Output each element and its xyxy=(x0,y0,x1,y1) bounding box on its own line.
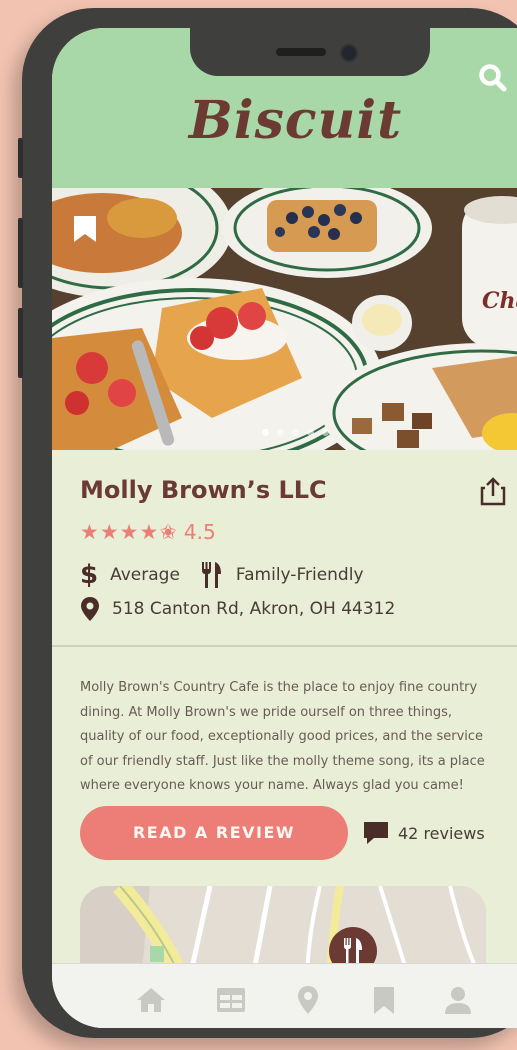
gallery-dot[interactable] xyxy=(307,429,314,436)
food-photo-illustration: Char xyxy=(52,188,517,450)
phone-frame: Biscuit Ch Molly Brown’s LLC ★★★★✬ 4.5 $… xyxy=(18,8,517,1038)
gallery-dot[interactable] xyxy=(292,429,299,436)
share-icon xyxy=(480,477,506,506)
rating-stars: ★★★★✬ xyxy=(80,520,178,544)
front-camera xyxy=(340,44,358,62)
address-row[interactable]: 518 Canton Rd, Akron, OH 44312 xyxy=(80,596,395,622)
tab-home[interactable] xyxy=(135,984,167,1016)
speaker xyxy=(276,48,326,56)
map-pin-icon xyxy=(81,597,99,621)
gallery-dot[interactable] xyxy=(322,429,329,436)
menu-icon xyxy=(217,988,245,1012)
search-button[interactable] xyxy=(477,62,509,94)
bookmark-button[interactable] xyxy=(72,214,98,244)
read-review-button[interactable]: READ A REVIEW xyxy=(80,806,348,860)
volume-up-button xyxy=(18,218,23,288)
app-screen: Biscuit Ch Molly Brown’s LLC ★★★★✬ 4.5 $… xyxy=(52,28,517,1028)
address-text: 518 Canton Rd, Akron, OH 44312 xyxy=(112,599,396,619)
restaurant-info: Molly Brown’s LLC ★★★★✬ 4.5 $ Average Fam… xyxy=(52,450,517,646)
tab-profile[interactable] xyxy=(442,984,474,1016)
gallery-dots xyxy=(52,421,517,440)
notch xyxy=(190,28,430,76)
bottom-tab-bar xyxy=(52,963,517,1028)
location-icon xyxy=(298,986,318,1014)
meta-row: $ Average Family-Friendly xyxy=(80,560,364,590)
reviews-count: 42 reviews xyxy=(398,823,485,843)
tab-location[interactable] xyxy=(292,984,324,1016)
price-label: Average xyxy=(110,565,180,585)
bookmark-icon xyxy=(74,216,96,242)
mug-label: Char xyxy=(482,288,517,314)
restaurant-description: Molly Brown's Country Cafe is the place … xyxy=(80,680,485,793)
tab-menu[interactable] xyxy=(215,984,247,1016)
gallery-dot[interactable] xyxy=(262,429,269,436)
volume-down-button xyxy=(18,308,23,378)
share-button[interactable] xyxy=(479,476,507,506)
section-divider xyxy=(52,645,517,647)
dollar-icon: $ xyxy=(80,560,99,590)
category-label: Family-Friendly xyxy=(235,565,364,585)
mute-switch xyxy=(18,138,23,178)
home-icon xyxy=(137,988,165,1012)
reviews-count-link[interactable]: 42 reviews xyxy=(362,820,485,846)
gallery-dot[interactable] xyxy=(277,429,284,436)
chat-bubble-icon xyxy=(364,822,388,844)
app-logo: Biscuit xyxy=(188,90,403,151)
restaurant-name: Molly Brown’s LLC xyxy=(80,476,327,504)
user-icon xyxy=(445,987,471,1014)
star-rating: ★★★★✬ 4.5 xyxy=(80,520,216,544)
fork-knife-icon xyxy=(201,562,221,588)
restaurant-photo[interactable]: Char xyxy=(52,188,517,450)
bookmark-icon xyxy=(374,987,394,1014)
rating-value: 4.5 xyxy=(183,520,216,544)
search-icon xyxy=(479,64,507,92)
tab-saved[interactable] xyxy=(368,984,400,1016)
